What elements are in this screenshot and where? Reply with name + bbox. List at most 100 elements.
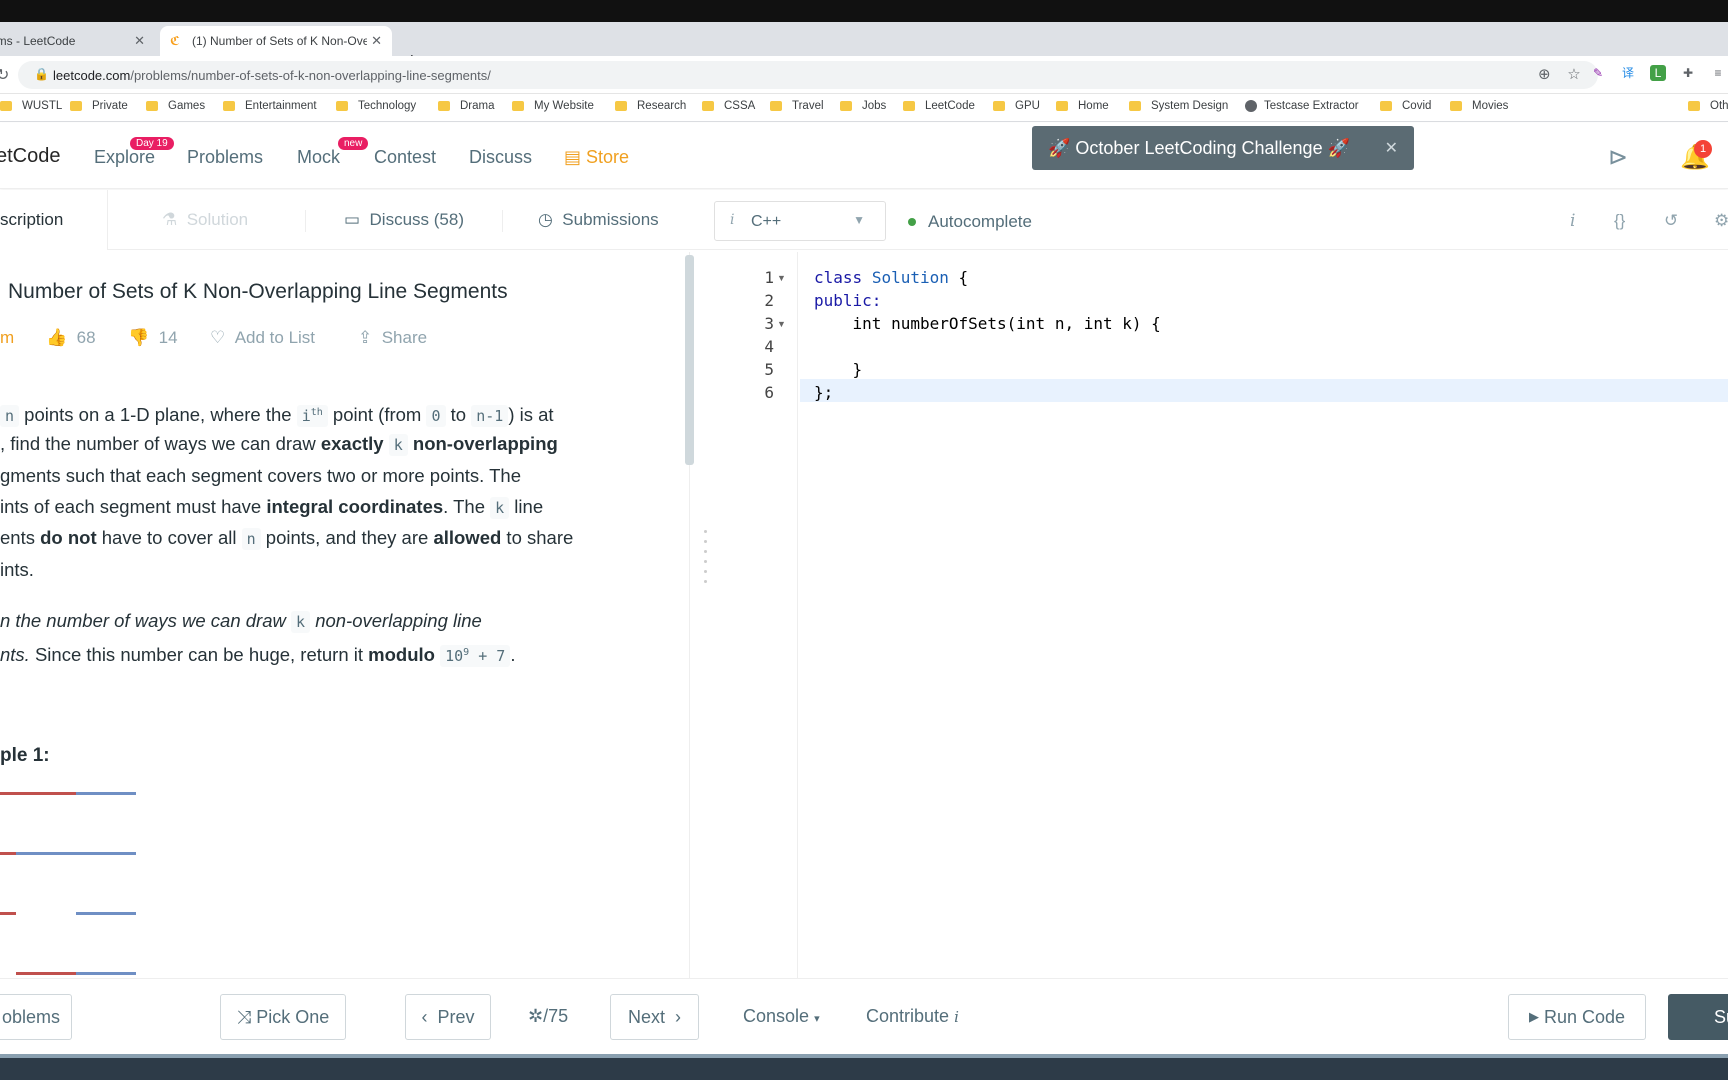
bookmark-item[interactable]: Entertainment (223, 100, 317, 112)
console-label: Console (743, 1006, 810, 1026)
star-icon[interactable]: ☆ (1567, 66, 1580, 83)
bookmark-item[interactable]: Jobs (840, 100, 886, 112)
segment-red (16, 972, 76, 975)
share-icon: ⇪ (358, 328, 373, 347)
nav-discuss[interactable]: Discuss (469, 147, 532, 168)
leetcode-favicon-icon: ℭ (170, 34, 180, 48)
url-field[interactable]: 🔒 leetcode.com/problems/number-of-sets-o… (18, 61, 1598, 89)
next-button[interactable]: Next › (610, 994, 699, 1040)
folder-icon (0, 101, 12, 111)
like-button[interactable]: 👍 68 (46, 328, 96, 348)
bookmark-item[interactable]: Testcase Extractor (1245, 100, 1359, 112)
settings-icon[interactable]: ⚙ (1714, 211, 1728, 231)
heart-icon: ♡ (210, 328, 226, 347)
translate-extension-icon[interactable]: 译 (1620, 65, 1636, 81)
bookmark-item[interactable]: LeetCode (903, 100, 975, 112)
explore-badge: Day 19 (130, 137, 174, 150)
pick-one-button[interactable]: ⤨ Pick One (220, 994, 346, 1040)
language-value: C++ (751, 213, 782, 230)
bookmark-item[interactable]: System Design (1129, 100, 1228, 112)
nav-problems[interactable]: Problems (187, 147, 263, 168)
tab-submissions[interactable]: ◷ Submissions (538, 210, 659, 230)
info-icon: i (954, 1008, 959, 1026)
description-line: n the number of ways we can draw k non-o… (0, 610, 482, 633)
bookmark-item[interactable]: Home (1056, 100, 1109, 112)
bookmark-item[interactable]: My Website (512, 100, 594, 112)
pen-extension-icon[interactable]: ✎ (1590, 65, 1606, 81)
nav-store[interactable]: ▤ Store (564, 147, 629, 168)
bookmark-item[interactable]: Research (615, 100, 686, 112)
mock-badge: new (338, 137, 369, 150)
bookmark-label: GPU (1015, 100, 1040, 112)
info-icon[interactable]: i (1570, 211, 1575, 231)
nav-mock[interactable]: Mock (297, 147, 340, 168)
bookmark-label: Covid (1402, 100, 1432, 112)
tab-label: scription (0, 210, 64, 229)
bookmark-item[interactable]: Technology (336, 100, 416, 112)
leetcode-logo[interactable]: etCode (0, 145, 61, 168)
dislike-button[interactable]: 👎 14 (128, 328, 178, 348)
bookmark-item[interactable]: Drama (438, 100, 495, 112)
folder-icon (336, 101, 348, 111)
description-line: ents do not have to cover all n points, … (0, 527, 574, 550)
caret-down-icon: ▾ (814, 1013, 820, 1025)
browser-tab-inactive[interactable]: ems - LeetCode ✕ (0, 26, 155, 56)
description-scrollbar[interactable] (685, 255, 694, 465)
bookmark-item[interactable]: Covid (1380, 100, 1431, 112)
fold-icon[interactable]: ▼ (777, 273, 786, 283)
line-number: 2 (764, 291, 774, 310)
share-button[interactable]: ⇪ Share (358, 328, 427, 348)
l-extension-icon[interactable]: L (1650, 65, 1666, 81)
bookmark-label: LeetCode (925, 100, 975, 112)
screen: ems - LeetCode ✕ ℭ (1) Number of Sets of… (0, 0, 1728, 1080)
fold-icon[interactable]: ▼ (777, 319, 786, 329)
bookmark-label: Movies (1472, 100, 1509, 112)
page-counter: ✲/75 (528, 1006, 568, 1027)
reset-icon[interactable]: ↺ (1664, 211, 1678, 231)
language-select[interactable]: i C++ ▼ (714, 201, 886, 241)
nav-contest[interactable]: Contest (374, 147, 436, 168)
playground-icon[interactable]: ⊳ (1608, 143, 1628, 172)
run-code-button[interactable]: ▶ Run Code (1508, 994, 1646, 1040)
close-icon[interactable]: ✕ (1385, 138, 1398, 158)
braces-icon[interactable]: {} (1614, 211, 1625, 231)
menu-icon[interactable]: ≡ (1710, 65, 1726, 81)
problems-button[interactable]: oblems (0, 994, 72, 1040)
next-label: Next (627, 1006, 665, 1027)
panel-resize-handle[interactable] (704, 530, 708, 600)
close-icon[interactable]: ✕ (134, 33, 145, 49)
add-to-list-button[interactable]: ♡ Add to List (210, 328, 315, 348)
puzzle-icon[interactable]: ✚ (1680, 65, 1696, 81)
example-heading: ple 1: (0, 745, 50, 766)
console-button[interactable]: Console ▾ (743, 1006, 820, 1027)
bookmark-item[interactable]: Oth (1688, 100, 1728, 112)
bookmark-item[interactable]: Private (70, 100, 128, 112)
tab-description[interactable]: scription (0, 190, 108, 250)
bookmark-item[interactable]: Movies (1450, 100, 1508, 112)
bookmark-item[interactable]: Games (146, 100, 205, 112)
code-editor[interactable] (714, 252, 1728, 978)
segment-red (0, 852, 16, 855)
bookmark-item[interactable]: GPU (993, 100, 1040, 112)
challenge-banner[interactable]: 🚀 October LeetCoding Challenge 🚀 ✕ (1032, 126, 1414, 170)
folder-icon (615, 101, 627, 111)
prev-button[interactable]: ‹ Prev (405, 994, 491, 1040)
folder-icon (146, 101, 158, 111)
bookmark-item[interactable]: Travel (770, 100, 824, 112)
autocomplete-toggle[interactable]: Autocomplete (908, 212, 1032, 232)
bookmark-item[interactable]: WUSTL (0, 100, 62, 112)
tab-solution[interactable]: ⚗ Solution (162, 210, 248, 230)
submit-button[interactable]: Sub (1668, 994, 1728, 1040)
pick-one-label: Pick One (256, 1006, 330, 1027)
reload-icon[interactable]: ↻ (0, 65, 9, 85)
zoom-icon[interactable]: ⊕ (1538, 66, 1551, 83)
segment-blue (76, 912, 136, 915)
bookmark-item[interactable]: CSSA (702, 100, 755, 112)
nav-explore[interactable]: Explore (94, 147, 155, 168)
browser-tab-active[interactable]: ℭ (1) Number of Sets of K Non-Ove ✕ (160, 26, 392, 56)
likes-count: 68 (76, 328, 96, 347)
code-line: }; (814, 383, 834, 402)
close-icon[interactable]: ✕ (371, 33, 382, 49)
contribute-button[interactable]: Contribute i (866, 1006, 959, 1027)
tab-discuss[interactable]: ▭ Discuss (58) (344, 210, 464, 230)
